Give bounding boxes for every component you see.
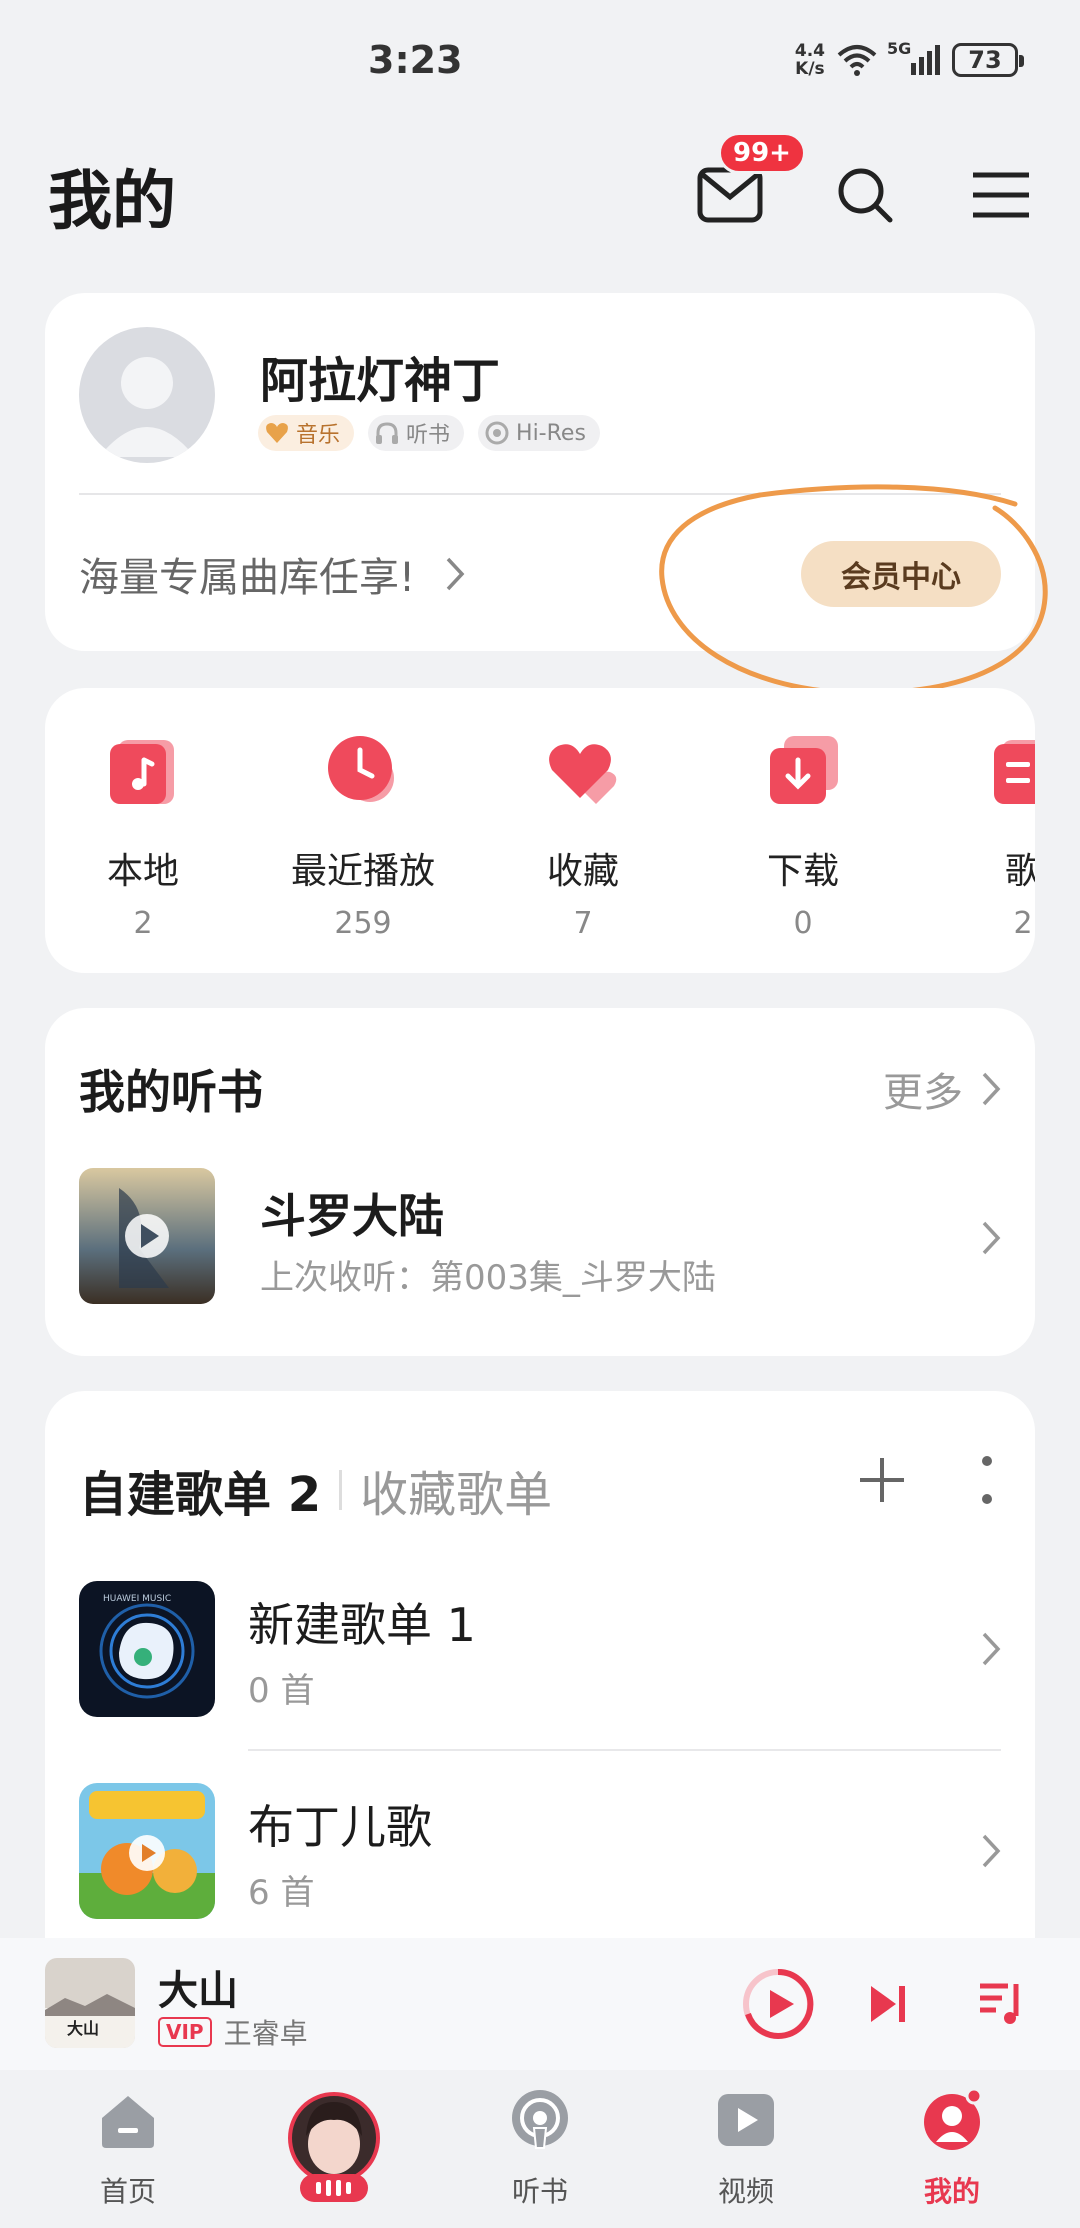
annotation-circle bbox=[659, 484, 1048, 696]
battery-icon: 73 bbox=[952, 43, 1024, 77]
playlist-cover[interactable] bbox=[79, 1783, 215, 1919]
nav-home[interactable]: 首页 bbox=[48, 2088, 208, 2210]
hires-badge[interactable]: Hi-Res bbox=[478, 415, 600, 451]
vip-promo-link[interactable]: 海量专属曲库任享! bbox=[79, 545, 465, 603]
menu-icon bbox=[973, 172, 1029, 218]
nav-audiobook[interactable]: 听书 bbox=[460, 2088, 620, 2210]
shortcuts-card: 本地 2 最近播放 259 收藏 7 下载 0 歌 2 bbox=[45, 688, 1035, 973]
menu-button[interactable] bbox=[966, 160, 1036, 230]
music-note-icon bbox=[110, 740, 174, 804]
mini-player[interactable]: 大山 大山 VIP 王睿卓 bbox=[0, 1938, 1080, 2070]
playlist-tabs: 自建歌单 2 收藏歌单 bbox=[79, 1455, 552, 1525]
shortcut-download[interactable]: 下载 0 bbox=[703, 732, 903, 941]
more-options-icon[interactable] bbox=[977, 1455, 997, 1505]
podcast-icon bbox=[512, 2090, 568, 2149]
clock-icon bbox=[328, 736, 394, 802]
next-button[interactable] bbox=[868, 1982, 908, 2026]
now-playing-artist: 王睿卓 bbox=[223, 2017, 308, 2050]
heart-badge-icon bbox=[266, 423, 288, 443]
tab-own-playlists[interactable]: 自建歌单 2 bbox=[79, 1455, 321, 1525]
playlist-divider bbox=[248, 1749, 1001, 1751]
play-button[interactable] bbox=[740, 1966, 816, 2042]
vip-tag: VIP bbox=[158, 2017, 212, 2047]
svg-text:HUAWEI MUSIC: HUAWEI MUSIC bbox=[103, 1594, 171, 1604]
signal-icon: 5G bbox=[887, 39, 940, 75]
audiobook-section-title: 我的听书 bbox=[79, 1065, 263, 1119]
chevron-right-icon[interactable] bbox=[981, 1631, 1001, 1667]
now-playing-artist-row: VIP 王睿卓 bbox=[158, 2012, 308, 2052]
mail-badge: 99+ bbox=[718, 132, 806, 174]
playlist-name[interactable]: 布丁儿歌 bbox=[248, 1791, 432, 1857]
headphone-icon bbox=[376, 422, 399, 444]
video-icon bbox=[718, 2094, 774, 2146]
chevron-right-icon[interactable] bbox=[981, 1833, 1001, 1869]
avatar-play-icon bbox=[288, 2092, 380, 2202]
heart-icon bbox=[549, 744, 617, 804]
shortcut-local[interactable]: 本地 2 bbox=[45, 732, 243, 941]
book-cover[interactable] bbox=[79, 1168, 215, 1304]
bottom-nav: 首页 听书 视频 我的 bbox=[0, 2070, 1080, 2228]
svg-text:大山: 大山 bbox=[67, 2019, 99, 2038]
music-badge[interactable]: 音乐 bbox=[258, 415, 355, 451]
tab-favorite-playlists[interactable]: 收藏歌单 bbox=[360, 1455, 552, 1525]
profile-icon bbox=[924, 2087, 983, 2150]
shortcut-recent[interactable]: 最近播放 259 bbox=[263, 732, 463, 941]
search-icon bbox=[838, 168, 893, 223]
playlist-name[interactable]: 新建歌单 1 bbox=[248, 1589, 476, 1655]
net-speed: 4.4 K/s bbox=[794, 41, 825, 79]
audiobook-badge[interactable]: 听书 bbox=[368, 415, 465, 451]
home-icon bbox=[102, 2096, 154, 2148]
nav-profile[interactable]: 我的 bbox=[872, 2087, 1032, 2210]
mail-icon bbox=[697, 167, 763, 223]
chevron-right-icon bbox=[982, 1072, 1001, 1106]
add-playlist-button[interactable] bbox=[857, 1455, 907, 1505]
playlists-card: 自建歌单 2 收藏歌单 HUAWEI MUSIC 新建歌单 1 0 首 布丁儿歌… bbox=[45, 1391, 1035, 1991]
playlist-count: 6 首 bbox=[248, 1873, 315, 1913]
search-button[interactable] bbox=[830, 160, 900, 230]
playlist-count: 0 首 bbox=[248, 1671, 315, 1711]
wifi-icon bbox=[837, 45, 877, 76]
shortcut-favorites[interactable]: 收藏 7 bbox=[483, 732, 683, 941]
hires-icon bbox=[485, 421, 509, 445]
status-time: 3:23 bbox=[368, 38, 463, 82]
nav-player[interactable] bbox=[254, 2092, 414, 2208]
chevron-right-icon[interactable] bbox=[981, 1220, 1001, 1256]
book-last-listened: 上次收听：第003集_斗罗大陆 bbox=[260, 1258, 716, 1298]
playlist-icon bbox=[994, 740, 1035, 804]
now-playing-title: 大山 bbox=[158, 1968, 238, 2014]
shortcut-playlist[interactable]: 歌 2 bbox=[923, 732, 1035, 941]
page-title: 我的 bbox=[48, 165, 176, 239]
playlist-queue-icon[interactable] bbox=[978, 1980, 1024, 2026]
more-link[interactable]: 更多 bbox=[883, 1060, 1001, 1118]
chevron-right-icon bbox=[446, 557, 465, 591]
now-playing-cover[interactable]: 大山 bbox=[45, 1958, 135, 2048]
download-icon bbox=[770, 736, 838, 804]
book-title[interactable]: 斗罗大陆 bbox=[260, 1180, 444, 1246]
audiobook-card: 我的听书 更多 斗罗大陆 上次收听：第003集_斗罗大陆 bbox=[45, 1008, 1035, 1356]
member-badges: 音乐 听书 Hi-Res bbox=[258, 415, 600, 451]
tab-separator bbox=[339, 1470, 343, 1510]
status-icons: 4.4 K/s 5G 73 bbox=[794, 39, 1024, 79]
username[interactable]: 阿拉灯神丁 bbox=[260, 341, 500, 411]
nav-video[interactable]: 视频 bbox=[666, 2088, 826, 2210]
avatar[interactable] bbox=[79, 327, 215, 463]
playlist-cover[interactable]: HUAWEI MUSIC bbox=[79, 1581, 215, 1717]
